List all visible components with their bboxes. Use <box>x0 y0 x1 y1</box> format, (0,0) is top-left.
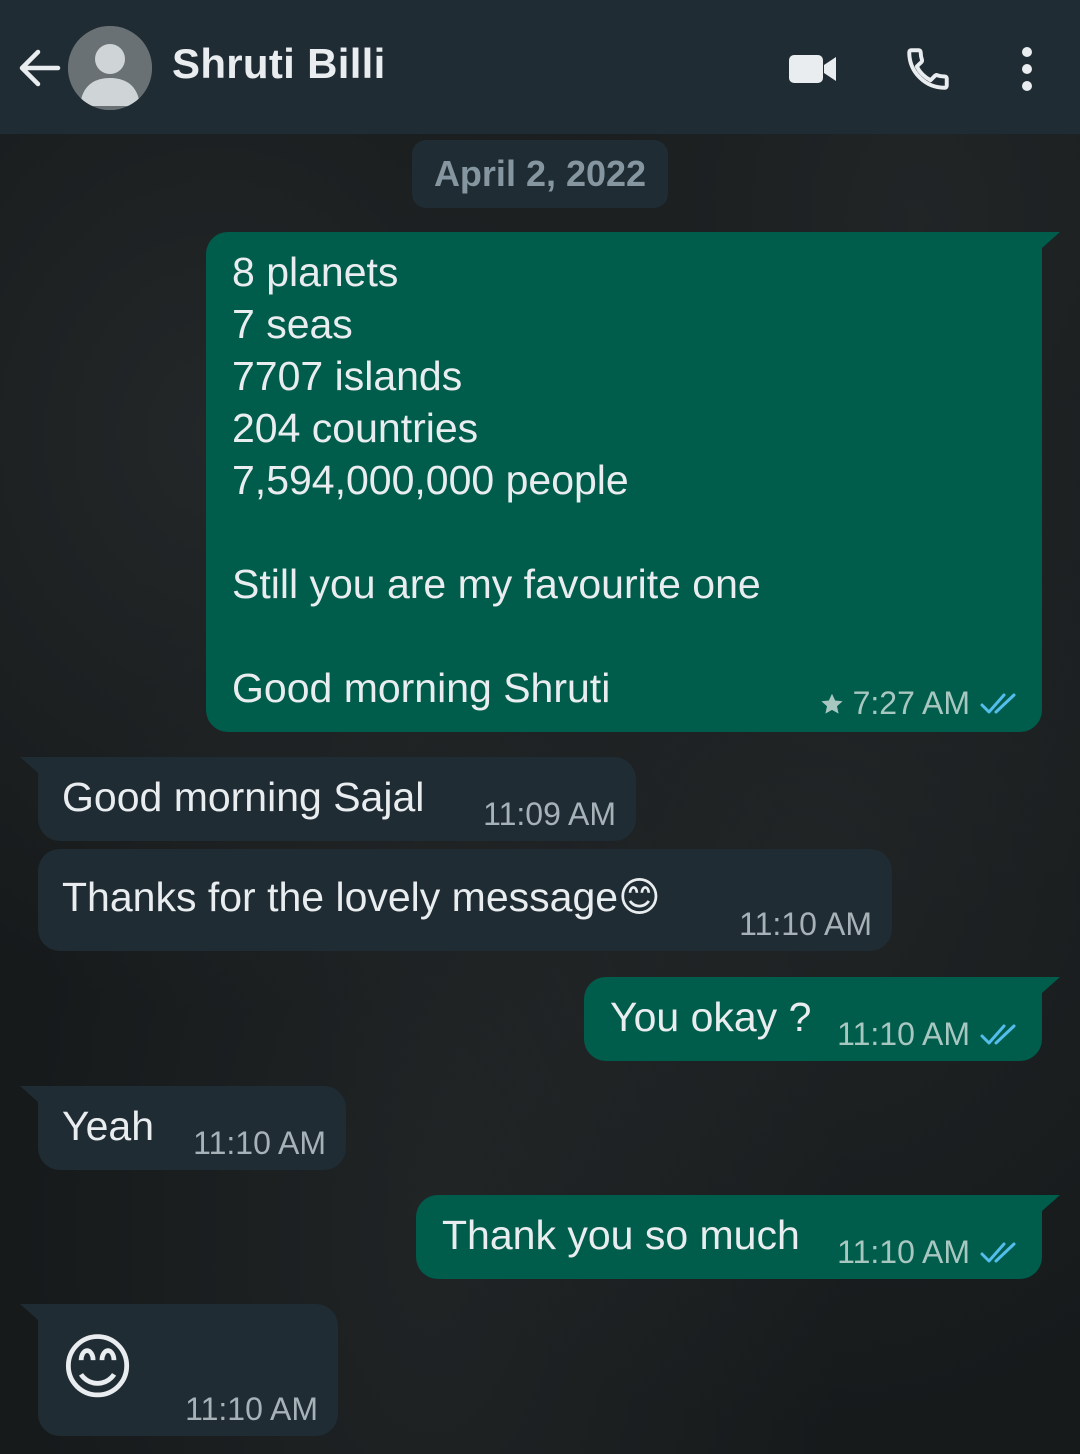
message-text: Thank you so much <box>442 1212 800 1258</box>
video-camera-icon <box>789 55 836 83</box>
star-icon <box>820 693 843 714</box>
chat-header: Shruti Billi <box>0 0 1080 134</box>
message-bubble-outgoing[interactable]: You okay ? 11:10 AM <box>584 977 1060 1061</box>
message-line: 204 countries <box>232 405 479 451</box>
message-time: 11:10 AM <box>193 1125 326 1161</box>
message-bubble-incoming[interactable]: Yeah 11:10 AM <box>20 1086 346 1170</box>
message-time: 11:10 AM <box>739 906 872 942</box>
message-time: 11:09 AM <box>483 796 616 832</box>
arrow-left-icon <box>19 49 61 87</box>
message-text: You okay ? <box>610 994 812 1040</box>
back-button[interactable] <box>14 42 64 94</box>
emoji-message: 😊 <box>60 1328 136 1408</box>
avatar[interactable] <box>68 26 152 110</box>
message-bubble-outgoing[interactable]: Thank you so much 11:10 AM <box>416 1195 1060 1279</box>
message-line: 7 seas <box>232 301 353 347</box>
date-separator: April 2, 2022 <box>412 140 668 208</box>
voice-call-button[interactable] <box>902 44 954 94</box>
message-bubble-incoming[interactable]: Good morning Sajal 11:09 AM <box>20 757 636 841</box>
message-text: Yeah <box>62 1103 154 1149</box>
message-bubble-incoming[interactable]: 😊 11:10 AM <box>20 1304 338 1436</box>
message-meta: 11:10 AM <box>837 1234 1020 1271</box>
message-text: Thanks for the lovely message😊 <box>62 874 661 920</box>
message-time: 11:10 AM <box>837 1016 970 1052</box>
default-avatar-icon <box>68 26 152 110</box>
phone-icon <box>907 48 949 90</box>
message-time: 11:10 AM <box>837 1234 970 1270</box>
double-check-icon <box>980 1242 1016 1262</box>
more-options-button[interactable] <box>1008 44 1046 94</box>
contact-name[interactable]: Shruti Billi <box>172 40 386 88</box>
message-text: 8 planets 7 seas 7707 islands 204 countr… <box>232 246 761 714</box>
message-line: Good morning Shruti <box>232 665 611 711</box>
message-time: 7:27 AM <box>852 685 970 721</box>
message-meta: 7:27 AM <box>819 685 1020 722</box>
message-line: 8 planets <box>232 249 399 295</box>
double-check-icon <box>980 1024 1016 1044</box>
message-line <box>232 610 761 662</box>
message-bubble-outgoing[interactable]: 8 planets 7 seas 7707 islands 204 countr… <box>206 232 1060 732</box>
double-check-icon <box>980 693 1016 713</box>
message-time: 11:10 AM <box>185 1391 318 1427</box>
message-line: 7707 islands <box>232 353 463 399</box>
message-meta: 11:10 AM <box>837 1016 1020 1053</box>
message-line: Still you are my favourite one <box>232 561 761 607</box>
message-line: 7,594,000,000 people <box>232 457 629 503</box>
message-bubble-incoming[interactable]: Thanks for the lovely message😊 11:10 AM <box>38 849 892 951</box>
message-text: Good morning Sajal <box>62 774 425 820</box>
video-call-button[interactable] <box>786 44 842 94</box>
message-line <box>232 506 761 558</box>
more-vertical-icon <box>1022 47 1032 91</box>
